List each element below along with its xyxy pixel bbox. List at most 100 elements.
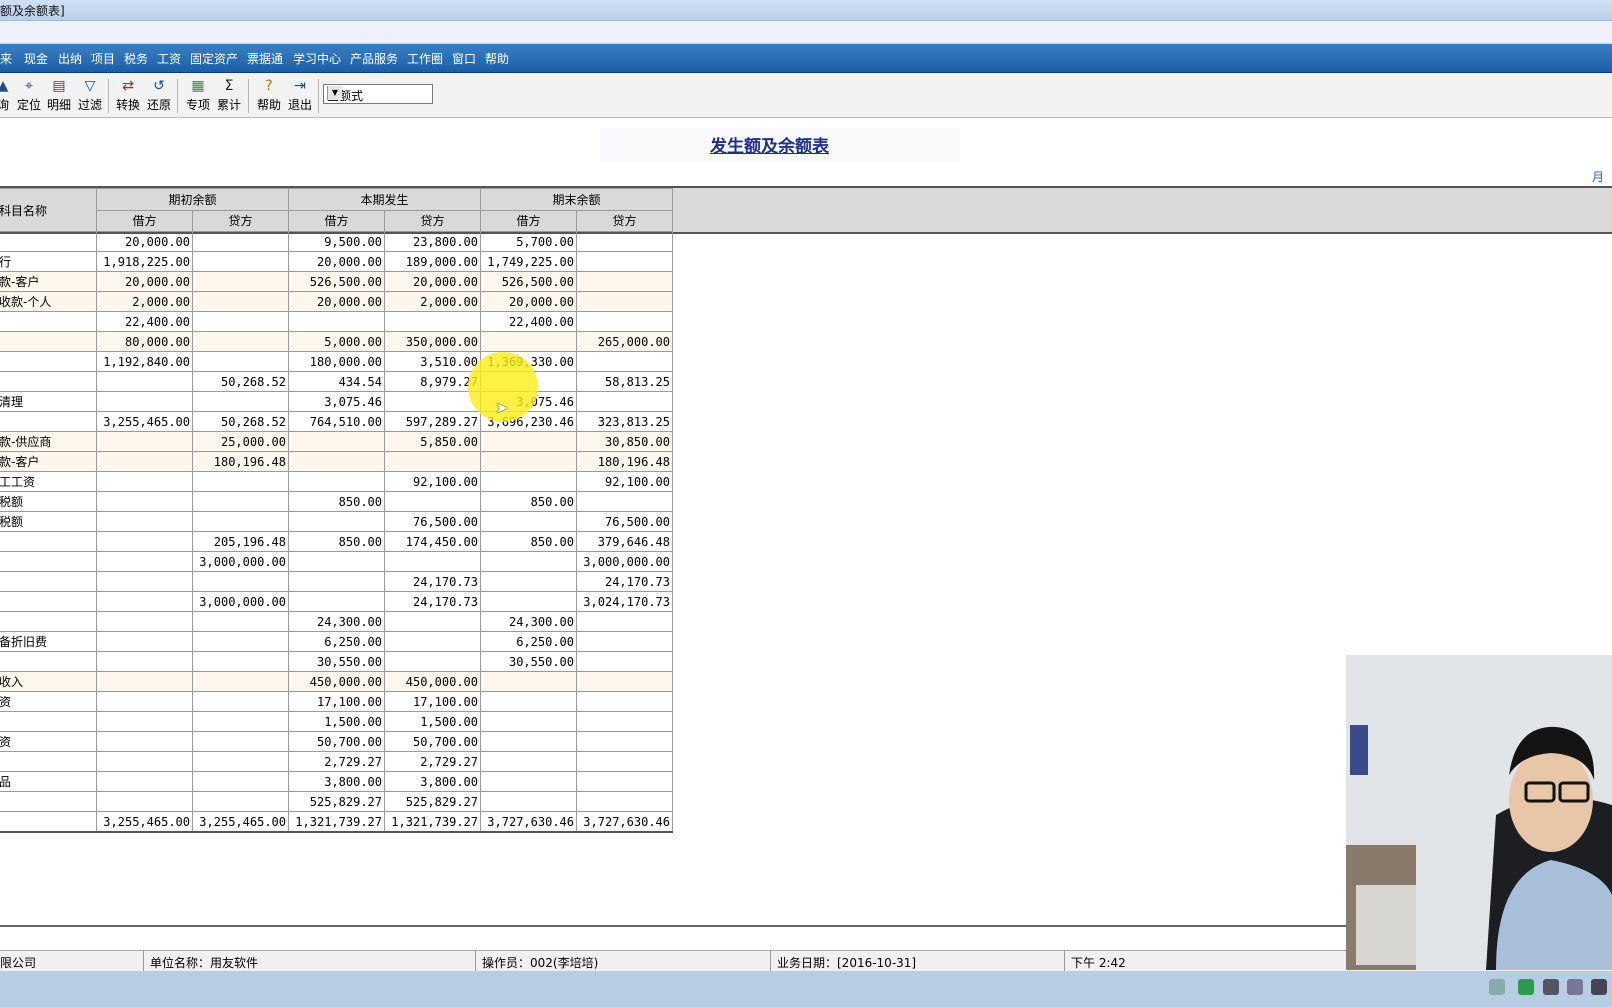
- account-name-cell: 收款-个人: [0, 291, 97, 312]
- period-credit-cell: 1,500.00: [384, 711, 481, 732]
- table-row[interactable]: 3,255,465.00 3,255,465.00 1,321,739.27 1,32…: [0, 811, 673, 833]
- table-row[interactable]: 清理 3,075.46 3,075.46: [0, 391, 673, 412]
- opening-debit-cell: [96, 571, 193, 592]
- closing-debit-cell: [480, 791, 577, 812]
- tool-icon[interactable]: [1567, 979, 1583, 995]
- detail-button[interactable]: ▤ 明细: [44, 78, 74, 114]
- table-row[interactable]: 行 1,918,225.00 20,000.00 189,000.00 1,749,22…: [0, 251, 673, 272]
- col-account-name: 科目名称: [0, 188, 97, 232]
- col-period-credit: 贷方: [384, 209, 481, 232]
- menu-item-bills[interactable]: 票据通: [247, 50, 283, 67]
- period-debit-cell: 850.00: [288, 491, 385, 512]
- period-credit-cell: 17,100.00: [384, 691, 481, 712]
- opening-debit-cell: [96, 531, 193, 552]
- opening-debit-cell: [96, 491, 193, 512]
- menu-item-gl[interactable]: 来: [0, 50, 12, 67]
- menu-item-tax[interactable]: 税务: [124, 50, 148, 67]
- table-row[interactable]: 税额 850.00 850.00: [0, 491, 673, 512]
- keyboard-icon[interactable]: [1489, 979, 1505, 995]
- menu-item-cash[interactable]: 现金: [24, 50, 48, 67]
- opening-credit-cell: 25,000.00: [192, 431, 289, 452]
- opening-credit-cell: [192, 271, 289, 292]
- closing-credit-cell: 180,196.48: [576, 451, 673, 472]
- table-row[interactable]: 款-供应商 25,000.00 5,850.00 30,850.00: [0, 431, 673, 452]
- convert-button[interactable]: ⇄ 转换: [113, 78, 143, 114]
- table-row[interactable]: 3,000,000.00 24,170.73 3,024,170.73: [0, 591, 673, 612]
- table-row[interactable]: 1,500.00 1,500.00: [0, 711, 673, 732]
- period-debit-cell: 850.00: [288, 531, 385, 552]
- opening-debit-cell: [96, 631, 193, 652]
- table-row[interactable]: 20,000.00 9,500.00 23,800.00 5,700.00: [0, 231, 673, 252]
- closing-credit-cell: [576, 671, 673, 692]
- table-row[interactable]: 80,000.00 5,000.00 350,000.00 265,000.00: [0, 331, 673, 352]
- opening-credit-cell: [192, 231, 289, 252]
- closing-debit-cell: [480, 551, 577, 572]
- table-row[interactable]: 备折旧费 6,250.00 6,250.00: [0, 631, 673, 652]
- chevron-down-icon[interactable]: ▼: [327, 86, 342, 100]
- table-row[interactable]: 资 50,700.00 50,700.00: [0, 731, 673, 752]
- display-icon[interactable]: [1543, 979, 1559, 995]
- table-row[interactable]: 收款-个人 2,000.00 20,000.00 2,000.00 20,000.00: [0, 291, 673, 312]
- table-row[interactable]: 品 3,800.00 3,800.00: [0, 771, 673, 792]
- opening-credit-cell: 3,255,465.00: [192, 811, 289, 833]
- table-row[interactable]: 1,192,840.00 180,000.00 3,510.00 1,369,330.…: [0, 351, 673, 372]
- account-name-cell: [0, 791, 97, 812]
- special-button[interactable]: ▦ 专项: [183, 78, 213, 114]
- menu-item-help[interactable]: 帮助: [485, 50, 509, 67]
- locate-button[interactable]: ⌖ 定位: [14, 78, 44, 114]
- menu-item-fixed-assets[interactable]: 固定资产: [190, 50, 238, 67]
- table-row[interactable]: 525,829.27 525,829.27: [0, 791, 673, 812]
- menu-item-payroll[interactable]: 工资: [157, 50, 181, 67]
- account-name-cell: [0, 411, 97, 432]
- group-opening-balance: 期初余额: [96, 188, 289, 211]
- table-row[interactable]: 资 17,100.00 17,100.00: [0, 691, 673, 712]
- status-business-date: 业务日期：[2016-10-31]: [777, 956, 917, 970]
- table-row[interactable]: 款-客户 20,000.00 526,500.00 20,000.00 526,500.…: [0, 271, 673, 292]
- menu-bar: 来 现金 出纳 项目 税务 工资 固定资产 票据通 学习中心 产品服务 工作圈 …: [0, 44, 1612, 73]
- table-row[interactable]: 24,170.73 24,170.73: [0, 571, 673, 592]
- table-row[interactable]: 22,400.00 22,400.00: [0, 311, 673, 332]
- menu-item-window[interactable]: 窗口: [452, 50, 476, 67]
- menu-item-project[interactable]: 项目: [91, 50, 115, 67]
- menu-item-products[interactable]: 产品服务: [350, 50, 398, 67]
- table-row[interactable]: 工工资 92,100.00 92,100.00: [0, 471, 673, 492]
- period-debit-cell: 5,000.00: [288, 331, 385, 352]
- filter-button[interactable]: ▽ 过滤: [75, 78, 105, 114]
- exit-button[interactable]: ⇥ 退出: [285, 78, 315, 114]
- period-credit-cell: [384, 451, 481, 472]
- notification-icon[interactable]: [1591, 979, 1607, 995]
- table-row[interactable]: 3,255,465.00 50,268.52 764,510.00 597,289.2…: [0, 411, 673, 432]
- toolbar-separator: [177, 79, 178, 113]
- network-icon[interactable]: [1518, 979, 1534, 995]
- opening-credit-cell: [192, 291, 289, 312]
- closing-debit-cell: [480, 691, 577, 712]
- opening-credit-cell: [192, 631, 289, 652]
- format-select[interactable]: 金额式 ▼: [323, 84, 433, 104]
- opening-debit-cell: 1,918,225.00: [96, 251, 193, 272]
- restore-button[interactable]: ↺ 还原: [144, 78, 174, 114]
- table-row[interactable]: 税额 76,500.00 76,500.00: [0, 511, 673, 532]
- menu-item-learning[interactable]: 学习中心: [293, 50, 341, 67]
- table-row[interactable]: 2,729.27 2,729.27: [0, 751, 673, 772]
- cumulative-button[interactable]: Σ 累计: [214, 78, 244, 114]
- presenter-video-icon: [1346, 655, 1612, 970]
- help-button[interactable]: ? 帮助: [254, 78, 284, 114]
- table-row[interactable]: 24,300.00 24,300.00: [0, 611, 673, 632]
- filter-icon: ▽: [84, 78, 96, 94]
- period-credit-cell: 20,000.00: [384, 271, 481, 292]
- period-credit-cell: 2,729.27: [384, 751, 481, 772]
- table-row[interactable]: 205,196.48 850.00 174,450.00 850.00 379,646.…: [0, 531, 673, 552]
- menu-item-workcircle[interactable]: 工作圈: [407, 50, 443, 67]
- period-credit-cell: 5,850.00: [384, 431, 481, 452]
- table-row[interactable]: 款-客户 180,196.48 180,196.48: [0, 451, 673, 472]
- menu-item-cashier[interactable]: 出纳: [58, 50, 82, 67]
- closing-credit-cell: 30,850.00: [576, 431, 673, 452]
- table-row[interactable]: 收入 450,000.00 450,000.00: [0, 671, 673, 692]
- period-debit-cell: [288, 311, 385, 332]
- opening-credit-cell: 205,196.48: [192, 531, 289, 552]
- table-row[interactable]: 3,000,000.00 3,000,000.00: [0, 551, 673, 572]
- table-row[interactable]: 30,550.00 30,550.00: [0, 651, 673, 672]
- opening-debit-cell: 20,000.00: [96, 231, 193, 252]
- table-row[interactable]: 50,268.52 434.54 8,979.27 58,813.25: [0, 371, 673, 392]
- account-name-cell: [0, 751, 97, 772]
